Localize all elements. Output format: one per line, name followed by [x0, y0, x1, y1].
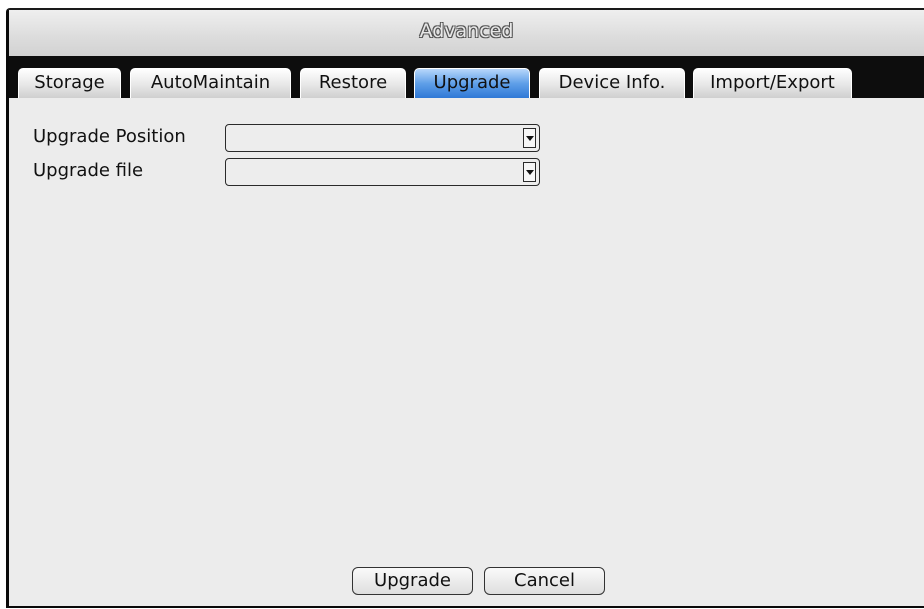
chevron-down-icon[interactable]	[523, 128, 536, 148]
advanced-dialog: Advanced Storage AutoMaintain Restore Up…	[6, 8, 924, 608]
upgrade-position-label: Upgrade Position	[33, 126, 186, 147]
tab-automaintain[interactable]: AutoMaintain	[130, 68, 291, 98]
tab-bar: Storage AutoMaintain Restore Upgrade Dev…	[9, 56, 924, 98]
upgrade-button[interactable]: Upgrade	[352, 567, 473, 595]
tab-restore[interactable]: Restore	[300, 68, 406, 98]
tab-label: Storage	[34, 72, 105, 93]
tab-upgrade[interactable]: Upgrade	[414, 68, 530, 98]
tab-storage[interactable]: Storage	[18, 68, 121, 98]
upgrade-file-select[interactable]	[225, 158, 540, 186]
upgrade-file-label: Upgrade file	[33, 160, 144, 181]
cancel-button[interactable]: Cancel	[484, 567, 605, 595]
tab-import-export[interactable]: Import/Export	[693, 68, 852, 98]
tab-label: Upgrade	[433, 72, 511, 93]
chevron-down-icon[interactable]	[523, 162, 536, 182]
dialog-title: Advanced	[419, 20, 514, 42]
tab-device-info[interactable]: Device Info.	[539, 68, 685, 98]
tab-label: Restore	[318, 72, 388, 93]
tab-label: AutoMaintain	[150, 72, 271, 93]
tab-label: Device Info.	[558, 72, 666, 93]
title-bar[interactable]: Advanced	[9, 10, 924, 56]
tab-label: Import/Export	[710, 72, 835, 93]
upgrade-position-select[interactable]	[225, 124, 540, 152]
